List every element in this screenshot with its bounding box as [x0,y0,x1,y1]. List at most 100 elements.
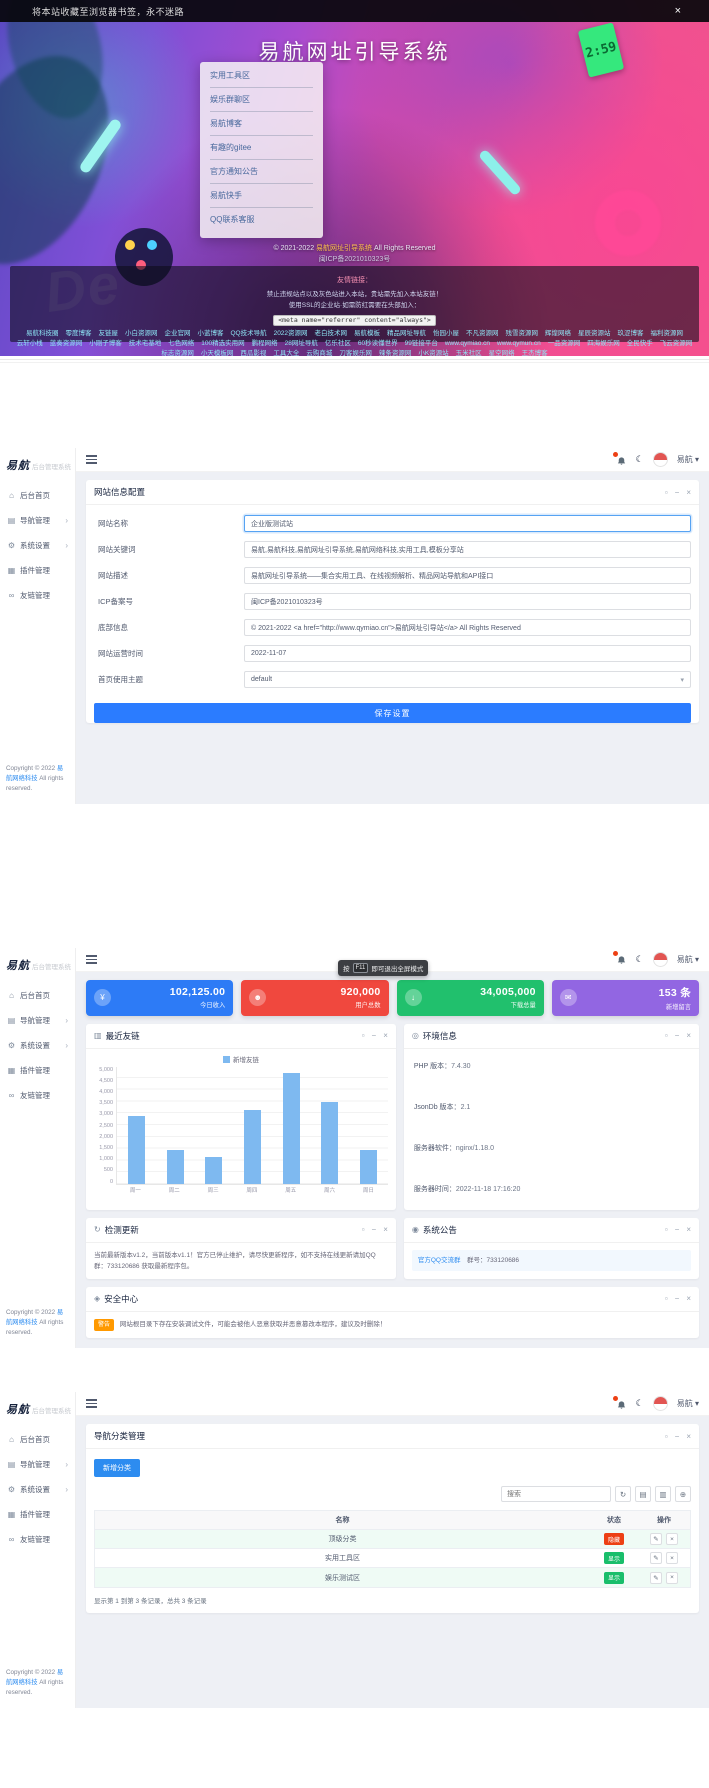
friend-link[interactable]: 小白资源网 [125,330,158,338]
card-expand-icon[interactable]: ▫ [362,1225,365,1234]
user-menu[interactable]: 易航 ▾ [677,454,699,465]
card-close-icon[interactable]: × [686,1031,691,1040]
friend-link[interactable]: 四海娱乐网 [587,340,620,348]
search-input[interactable] [501,1486,611,1502]
friend-link[interactable]: 王杰博客 [522,350,548,356]
friend-link[interactable]: 友链屋 [98,330,118,338]
friend-link[interactable]: 小蓝博客 [197,330,223,338]
sidebar-item[interactable]: ▦ 插件管理 [0,1058,75,1083]
friend-link[interactable]: 工具大全 [273,350,299,356]
friend-link[interactable]: 100精选实用网 [201,340,244,348]
sidebar-item[interactable]: ⌂ 后台首页 [0,983,75,1008]
friend-link[interactable]: 零度博客 [65,330,91,338]
friend-link[interactable]: 刀客娱乐网 [339,350,372,356]
friend-link[interactable]: 飞云资源网 [660,340,693,348]
friend-link[interactable]: 七色网络 [168,340,194,348]
friend-link[interactable]: 西瓜影视 [240,350,266,356]
theme-select[interactable]: default ▾ [244,671,691,688]
hero-nav-link[interactable]: 易航快手 [210,184,313,208]
friend-link[interactable]: 标志资源网 [161,350,194,356]
sidebar-item[interactable]: ▦ 插件管理 [0,558,75,583]
sidebar-item[interactable]: ∞ 友链管理 [0,583,75,608]
close-icon[interactable]: × [675,5,681,17]
card-collapse-icon[interactable]: − [675,1432,680,1441]
delete-icon[interactable]: × [666,1552,678,1564]
sidebar-item[interactable]: ∞ 友链管理 [0,1083,75,1108]
avatar[interactable] [653,1396,668,1411]
friend-link[interactable]: www.qymiao.cn [445,340,490,348]
friend-link[interactable]: 不凡资源网 [466,330,499,338]
friend-link[interactable]: 福利资源网 [651,330,684,338]
friend-link[interactable]: 星空网络 [489,350,515,356]
friend-link[interactable]: 小K资源站 [418,350,448,356]
friend-link[interactable]: 精品网址导航 [387,330,426,338]
hero-nav-link[interactable]: 易航博客 [210,112,313,136]
card-collapse-icon[interactable]: − [372,1225,377,1234]
friend-link[interactable]: 玖涩博客 [618,330,644,338]
friend-link[interactable]: 99链接平台 [405,340,438,348]
friend-link[interactable]: 星辰资源站 [578,330,611,338]
sidebar-item[interactable]: ∞ 友链管理 [0,1527,75,1552]
friend-link[interactable]: 28网址导航 [285,340,318,348]
card-expand-icon[interactable]: ▫ [665,488,668,497]
qq-group-link[interactable]: 官方QQ交流群 [418,1257,461,1264]
notifications-bell-icon[interactable] [616,1398,627,1410]
friend-link[interactable]: 易航科技圈 [26,330,59,338]
notifications-bell-icon[interactable] [616,454,627,466]
friend-link[interactable]: 一品资源网 [548,340,581,348]
sidebar-item[interactable]: ⚙ 系统设置 › [0,533,75,558]
card-close-icon[interactable]: × [686,1225,691,1234]
card-expand-icon[interactable]: ▫ [665,1432,668,1441]
sidebar-item[interactable]: ⌂ 后台首页 [0,483,75,508]
dark-mode-icon[interactable]: ☾ [636,1398,644,1409]
site-launch-date-input[interactable]: 2022-11-07 [244,645,691,662]
card-expand-icon[interactable]: ▫ [665,1294,668,1303]
card-collapse-icon[interactable]: − [675,488,680,497]
hero-nav-link[interactable]: 实用工具区 [210,64,313,88]
friend-link[interactable]: 2022资源网 [274,330,308,338]
edit-icon[interactable]: ✎ [650,1533,662,1545]
table-tool-button[interactable]: ↻ [615,1486,631,1502]
card-close-icon[interactable]: × [383,1031,388,1040]
card-expand-icon[interactable]: ▫ [362,1031,365,1040]
friend-link[interactable]: 易航模板 [354,330,380,338]
friend-link[interactable]: 残雪资源网 [506,330,539,338]
friend-link[interactable]: 云购商城 [306,350,332,356]
sidebar-item[interactable]: ⚙ 系统设置 › [0,1033,75,1058]
sidebar-item[interactable]: ▦ 插件管理 [0,1502,75,1527]
sidebar-item[interactable]: ▤ 导航管理 › [0,1452,75,1477]
friend-link[interactable]: www.qymun.cn [497,340,541,348]
sidebar-item[interactable]: ▤ 导航管理 › [0,508,75,533]
friend-link[interactable]: 小天模板网 [201,350,234,356]
sidebar-item[interactable]: ⌂ 后台首页 [0,1427,75,1452]
friend-link[interactable]: 亿乐社区 [325,340,351,348]
hamburger-menu-icon[interactable] [86,953,97,966]
friend-link[interactable]: 辣条资源网 [379,350,412,356]
dark-mode-icon[interactable]: ☾ [636,454,644,465]
delete-icon[interactable]: × [666,1572,678,1584]
card-close-icon[interactable]: × [383,1225,388,1234]
hamburger-menu-icon[interactable] [86,453,97,466]
user-menu[interactable]: 易航 ▾ [677,1398,699,1409]
card-close-icon[interactable]: × [686,488,691,497]
user-menu[interactable]: 易航 ▾ [677,954,699,965]
site-name-input[interactable]: 企业版测试站 [244,515,691,532]
sidebar-item[interactable]: ▤ 导航管理 › [0,1008,75,1033]
friend-link[interactable]: 怡园小屋 [433,330,459,338]
icp-number[interactable]: 闽ICP备2021010323号 [0,254,709,264]
avatar[interactable] [653,952,668,967]
delete-icon[interactable]: × [666,1533,678,1545]
friend-link[interactable]: 鹏程网络 [252,340,278,348]
hero-nav-link[interactable]: QQ联系客服 [210,208,313,232]
card-collapse-icon[interactable]: − [675,1294,680,1303]
hero-nav-link[interactable]: 官方通知公告 [210,160,313,184]
table-tool-button[interactable]: ▤ [635,1486,651,1502]
avatar[interactable] [653,452,668,467]
friend-link[interactable]: 云轩小栈 [17,340,43,348]
friend-link[interactable]: 辉煌网络 [545,330,571,338]
table-tool-button[interactable]: ▥ [655,1486,671,1502]
edit-icon[interactable]: ✎ [650,1572,662,1584]
dark-mode-icon[interactable]: ☾ [636,954,644,965]
card-collapse-icon[interactable]: − [372,1031,377,1040]
edit-icon[interactable]: ✎ [650,1552,662,1564]
